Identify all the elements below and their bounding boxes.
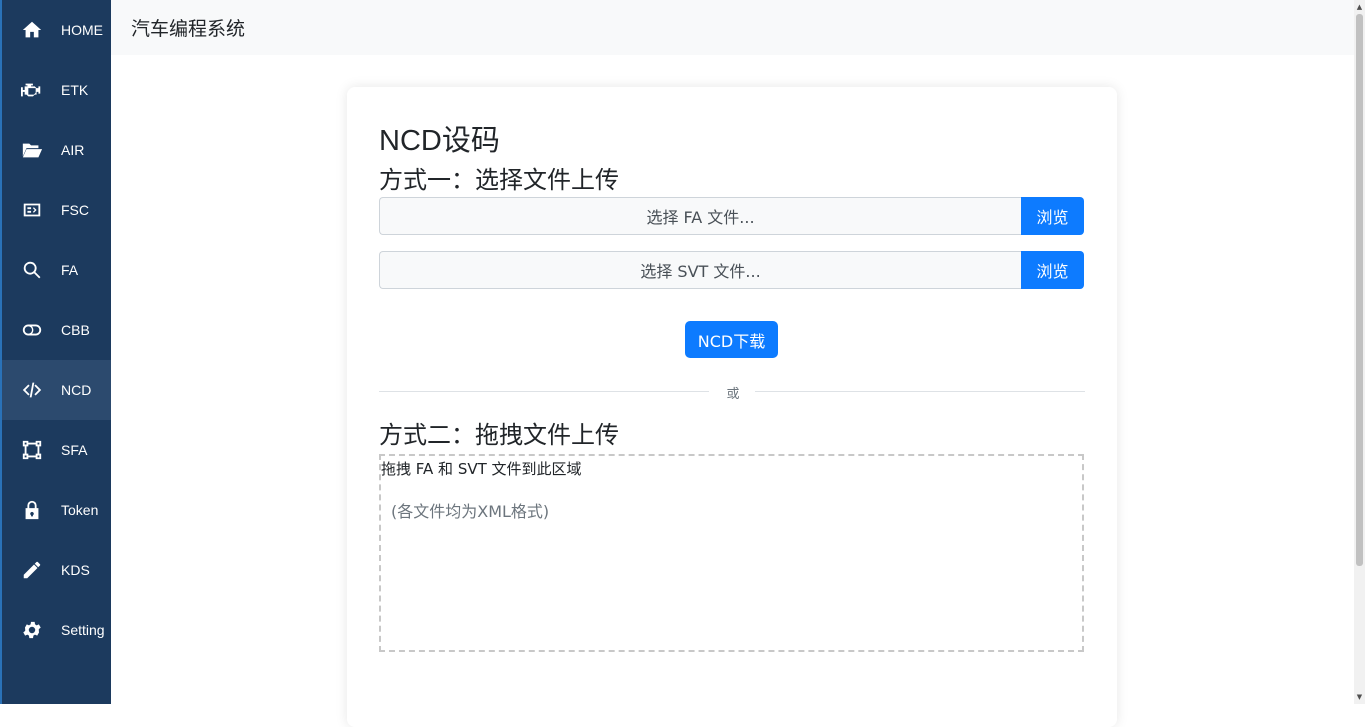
sidebar-item-fsc[interactable]: FSC [2, 180, 111, 240]
or-divider: 或 [379, 382, 1085, 402]
sidebar-item-kds[interactable]: KDS [2, 540, 111, 600]
svt-file-picker: 选择 SVT 文件... 浏览 [379, 251, 1084, 289]
sidebar-item-label: AIR [61, 142, 85, 158]
sidebar-item-label: FSC [61, 202, 89, 218]
sidebar-item-ncd[interactable]: NCD [2, 360, 111, 420]
home-icon [20, 18, 44, 42]
sidebar-item-token[interactable]: Token [2, 480, 111, 540]
divider-line-left [379, 391, 709, 392]
sidebar-item-etk[interactable]: ETK [2, 60, 111, 120]
ncd-download-button[interactable]: NCD下载 [685, 321, 778, 358]
sidebar-item-fa[interactable]: FA [2, 240, 111, 300]
sidebar-item-label: NCD [61, 382, 92, 398]
svt-browse-button[interactable]: 浏览 [1021, 251, 1084, 289]
scroll-down-icon[interactable]: ▼ [1356, 693, 1363, 701]
sidebar-item-label: Token [61, 502, 99, 518]
file-dropzone[interactable]: 拖拽 FA 和 SVT 文件到此区域 (各文件均为XML格式) [379, 454, 1084, 652]
sidebar-item-sfa[interactable]: SFA [2, 420, 111, 480]
method2-title: 方式二：拖拽文件上传 [379, 421, 619, 449]
sidebar-item-label: SFA [61, 442, 88, 458]
ncd-card: NCD设码 方式一：选择文件上传 选择 FA 文件... 浏览 选择 SVT 文… [347, 87, 1117, 727]
vector-square-icon [20, 438, 44, 462]
sidebar-item-setting[interactable]: Setting [2, 600, 111, 660]
method1-title: 方式一：选择文件上传 [379, 166, 619, 194]
folder-open-icon [20, 138, 44, 162]
search-icon [20, 258, 44, 282]
lock-icon [20, 498, 44, 522]
sidebar-item-label: Setting [61, 622, 105, 638]
pencil-icon [20, 558, 44, 582]
top-bar: 汽车编程系统 [111, 0, 1354, 55]
dropzone-text: 拖拽 FA 和 SVT 文件到此区域 [381, 460, 582, 478]
gear-icon [20, 618, 44, 642]
divider-text: 或 [726, 387, 740, 402]
scroll-thumb[interactable] [1356, 14, 1363, 566]
sidebar-item-cbb[interactable]: CBB [2, 300, 111, 360]
sidebar-item-label: HOME [61, 22, 103, 38]
chip-icon [20, 198, 44, 222]
svt-file-input[interactable]: 选择 SVT 文件... [379, 251, 1021, 289]
page-scrollbar[interactable]: ▲ ▼ [1354, 0, 1365, 704]
sidebar-item-label: ETK [61, 82, 89, 98]
fa-file-picker: 选择 FA 文件... 浏览 [379, 197, 1084, 235]
sidebar-item-label: KDS [61, 562, 90, 578]
scroll-up-icon[interactable]: ▲ [1356, 3, 1363, 11]
sidebar-item-air[interactable]: AIR [2, 120, 111, 180]
fa-file-input[interactable]: 选择 FA 文件... [379, 197, 1021, 235]
divider-line-right [755, 391, 1085, 392]
sidebar-item-home[interactable]: HOME [2, 0, 111, 60]
toggle-icon [20, 318, 44, 342]
engine-icon [20, 78, 44, 102]
page-title: NCD设码 [379, 125, 500, 157]
fa-browse-button[interactable]: 浏览 [1021, 197, 1084, 235]
dropzone-hint: (各文件均为XML格式) [391, 502, 550, 521]
sidebar-item-label: CBB [61, 322, 90, 338]
app-title: 汽车编程系统 [131, 18, 246, 40]
sidebar-item-label: FA [61, 262, 79, 278]
sidebar: HOME ETK AIR FSC FA CBB NCD SFA Token KD… [0, 0, 111, 704]
code-icon [20, 378, 44, 402]
